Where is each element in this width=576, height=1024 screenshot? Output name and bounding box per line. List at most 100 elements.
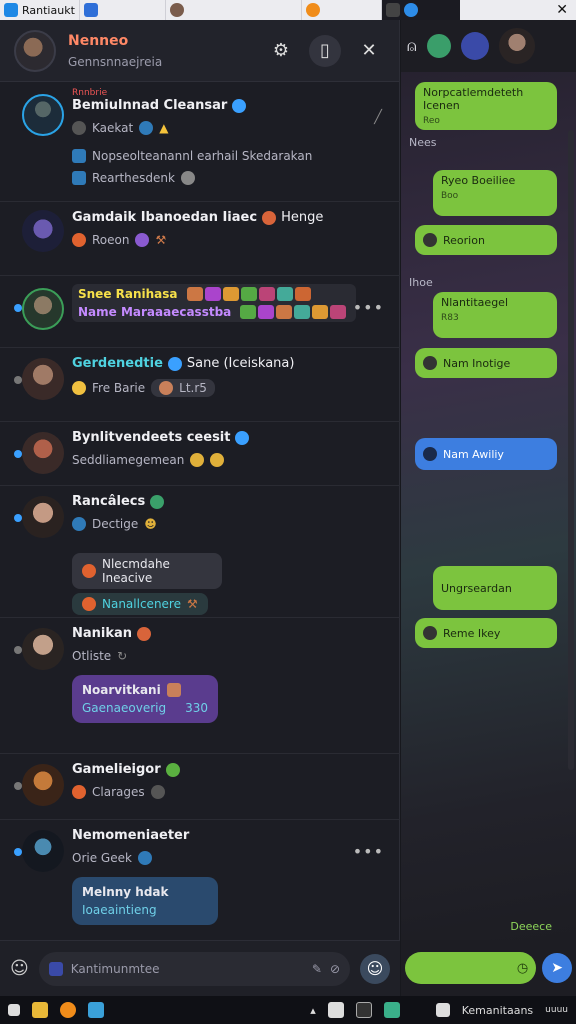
start-icon[interactable] [8,1004,20,1016]
tab-third[interactable] [166,0,302,20]
chat-name-suffix: Henge [281,210,324,225]
pen-icon [135,233,150,247]
chat-preview: Seddliamegemean [72,453,185,467]
emoji-button[interactable]: ☺ [360,953,390,984]
window-icon[interactable] [355,1002,372,1018]
tab-app[interactable]: Rantiaukt [0,0,80,20]
list-item[interactable]: Snee Ranihasa Name Maraaaecasstba ••• [0,276,400,348]
emoji-icon [240,305,257,319]
fire-icon [262,210,277,225]
avatar[interactable] [14,29,56,72]
chat-preview-2: Rearthesdenk [92,171,175,185]
media-icon [385,3,400,17]
list-item[interactable]: Gamelieigor Clarages [0,754,400,820]
taskbar-status: uuuu [545,1005,568,1015]
list-item[interactable]: Rancâlecs Dectige ☻ Nlecmdahe Ineacive Na… [0,486,400,618]
list-item[interactable]: Gerdenedtie Sane (Iceiskana) Fre Barie Lt… [0,348,400,422]
layout-icon[interactable]: ▯ [309,34,341,67]
scrollbar[interactable] [568,130,574,770]
message-bubble[interactable]: Ryeo Boeiliee Boo [433,170,557,216]
clock-icon [72,381,86,395]
message-pill[interactable]: Nanallcenere ⚒ [72,593,208,615]
chat-tag: Rnnbrie [72,88,108,98]
avatar [22,358,64,400]
avatar[interactable] [498,28,535,64]
reaction-pill[interactable]: Lt.r5 [151,379,215,397]
chat-name: Nemomeniaeter [72,828,190,843]
emoji-row [240,305,347,319]
message-input[interactable]: ◷ [405,952,537,984]
emoji-icon [312,305,329,319]
message-bubble[interactable]: Nam Awiliy [415,438,557,470]
emoji-icon [276,305,293,319]
status-icon [72,233,86,247]
attachment-icon[interactable] [48,961,63,976]
status-icon [82,564,96,578]
message-pill[interactable]: Nlecmdahe Ineacive [72,553,222,589]
group-icon[interactable] [426,34,451,58]
avatar [423,233,437,247]
chevron-down-icon[interactable]: ▴ [310,1004,316,1017]
unread-dot [14,304,22,312]
rocket-icon[interactable] [460,32,489,60]
message-bubble[interactable]: Reme Ikey [415,618,557,648]
message-bubble[interactable]: Norpcatlemdeteth Icenen Reo [415,82,557,130]
status-text: Deeece [510,920,552,933]
tab-fifth[interactable] [381,0,460,20]
chat-preview: Roeon [92,233,130,247]
keyboard-icon[interactable] [435,1003,450,1017]
message-bubble[interactable]: Ungrseardan [433,566,557,610]
app-icon [4,3,18,17]
message-card[interactable]: Noarvitkani Gaenaeoverig 330 [72,675,218,723]
more-options-icon[interactable]: ••• [353,842,384,861]
card-title: Noarvitkani [82,683,161,697]
unread-dot [14,848,22,856]
send-button[interactable]: ➤ [542,953,572,983]
settings-icon[interactable]: ⚙ [265,35,297,67]
folder-icon[interactable] [32,1002,48,1018]
chat-name: Bynlitvendeets ceesit [72,430,231,445]
emoji-icon[interactable]: ☺ [10,958,29,979]
paperclip-icon[interactable]: ✎ [312,962,322,976]
more-options-icon[interactable]: ••• [353,298,384,317]
avatar [22,496,64,538]
list-item[interactable]: Gamdaik Ibanoedan Iiaec Henge Roeon ⚒ [0,202,400,276]
message-card[interactable]: Melnny hdak Ioaeaintieng [72,877,218,925]
firefox-icon [305,3,320,17]
conversation-composer: ◷ ➤ [401,940,576,996]
notes-icon[interactable] [327,1002,344,1018]
tab-second[interactable] [80,0,166,20]
avatar [22,432,64,474]
list-item[interactable]: Bynlitvendeets ceesit Seddliamegemean [0,422,400,486]
close-icon[interactable]: ✕ [548,2,576,18]
tab-fourth[interactable] [302,0,382,20]
chat-list[interactable]: Rnnbrie Bemiulnnad Cleansar Kaekat ▲ Nops… [0,82,400,940]
emoji-icon [222,287,239,301]
chat-preview: Nopseolteanannl earhail Skedarakan [92,149,313,163]
app-icon[interactable] [88,1002,104,1018]
emoji-icon [258,287,275,301]
people-icon: ☻ [144,517,157,531]
message-bubble[interactable]: Reorion [415,225,557,255]
list-item[interactable]: Nemomeniaeter Orie Geek ••• Melnny hdak … [0,820,400,940]
taskbar-label: Kemanitaans [461,1003,534,1017]
close-icon[interactable]: ✕ [353,35,385,67]
date-label: Ihoe [409,276,433,289]
list-item[interactable]: Nanikan Otliste ↻ Noarvitkani Gaenaeoveri… [0,618,400,754]
browser-icon[interactable] [60,1002,76,1018]
message-bubble[interactable]: Nlantitaegel R83 [433,292,557,338]
message-placeholder: Kantimunmtee [70,961,160,976]
link-icon[interactable]: ⊘ [330,962,340,976]
list-item[interactable]: Rnnbrie Bemiulnnad Cleansar Kaekat ▲ Nops… [0,82,400,202]
emoji-icon [276,287,293,301]
date-label: Nees [409,136,437,149]
emoji-icon [204,287,221,301]
chat-preview: Orie Geek [72,851,132,865]
profile-header: Nenneo Gennsnnaejreia ⚙ ▯ ✕ [0,20,399,82]
message-bubble[interactable]: Nam Inotige [415,348,557,378]
edit-icon[interactable]: ╱ [374,110,382,125]
avatar [22,94,64,136]
share-icon[interactable] [383,1002,400,1018]
user-icon[interactable]: ⍝ [407,36,417,56]
message-input[interactable]: Kantimunmtee ✎ ⊘ [38,951,350,986]
